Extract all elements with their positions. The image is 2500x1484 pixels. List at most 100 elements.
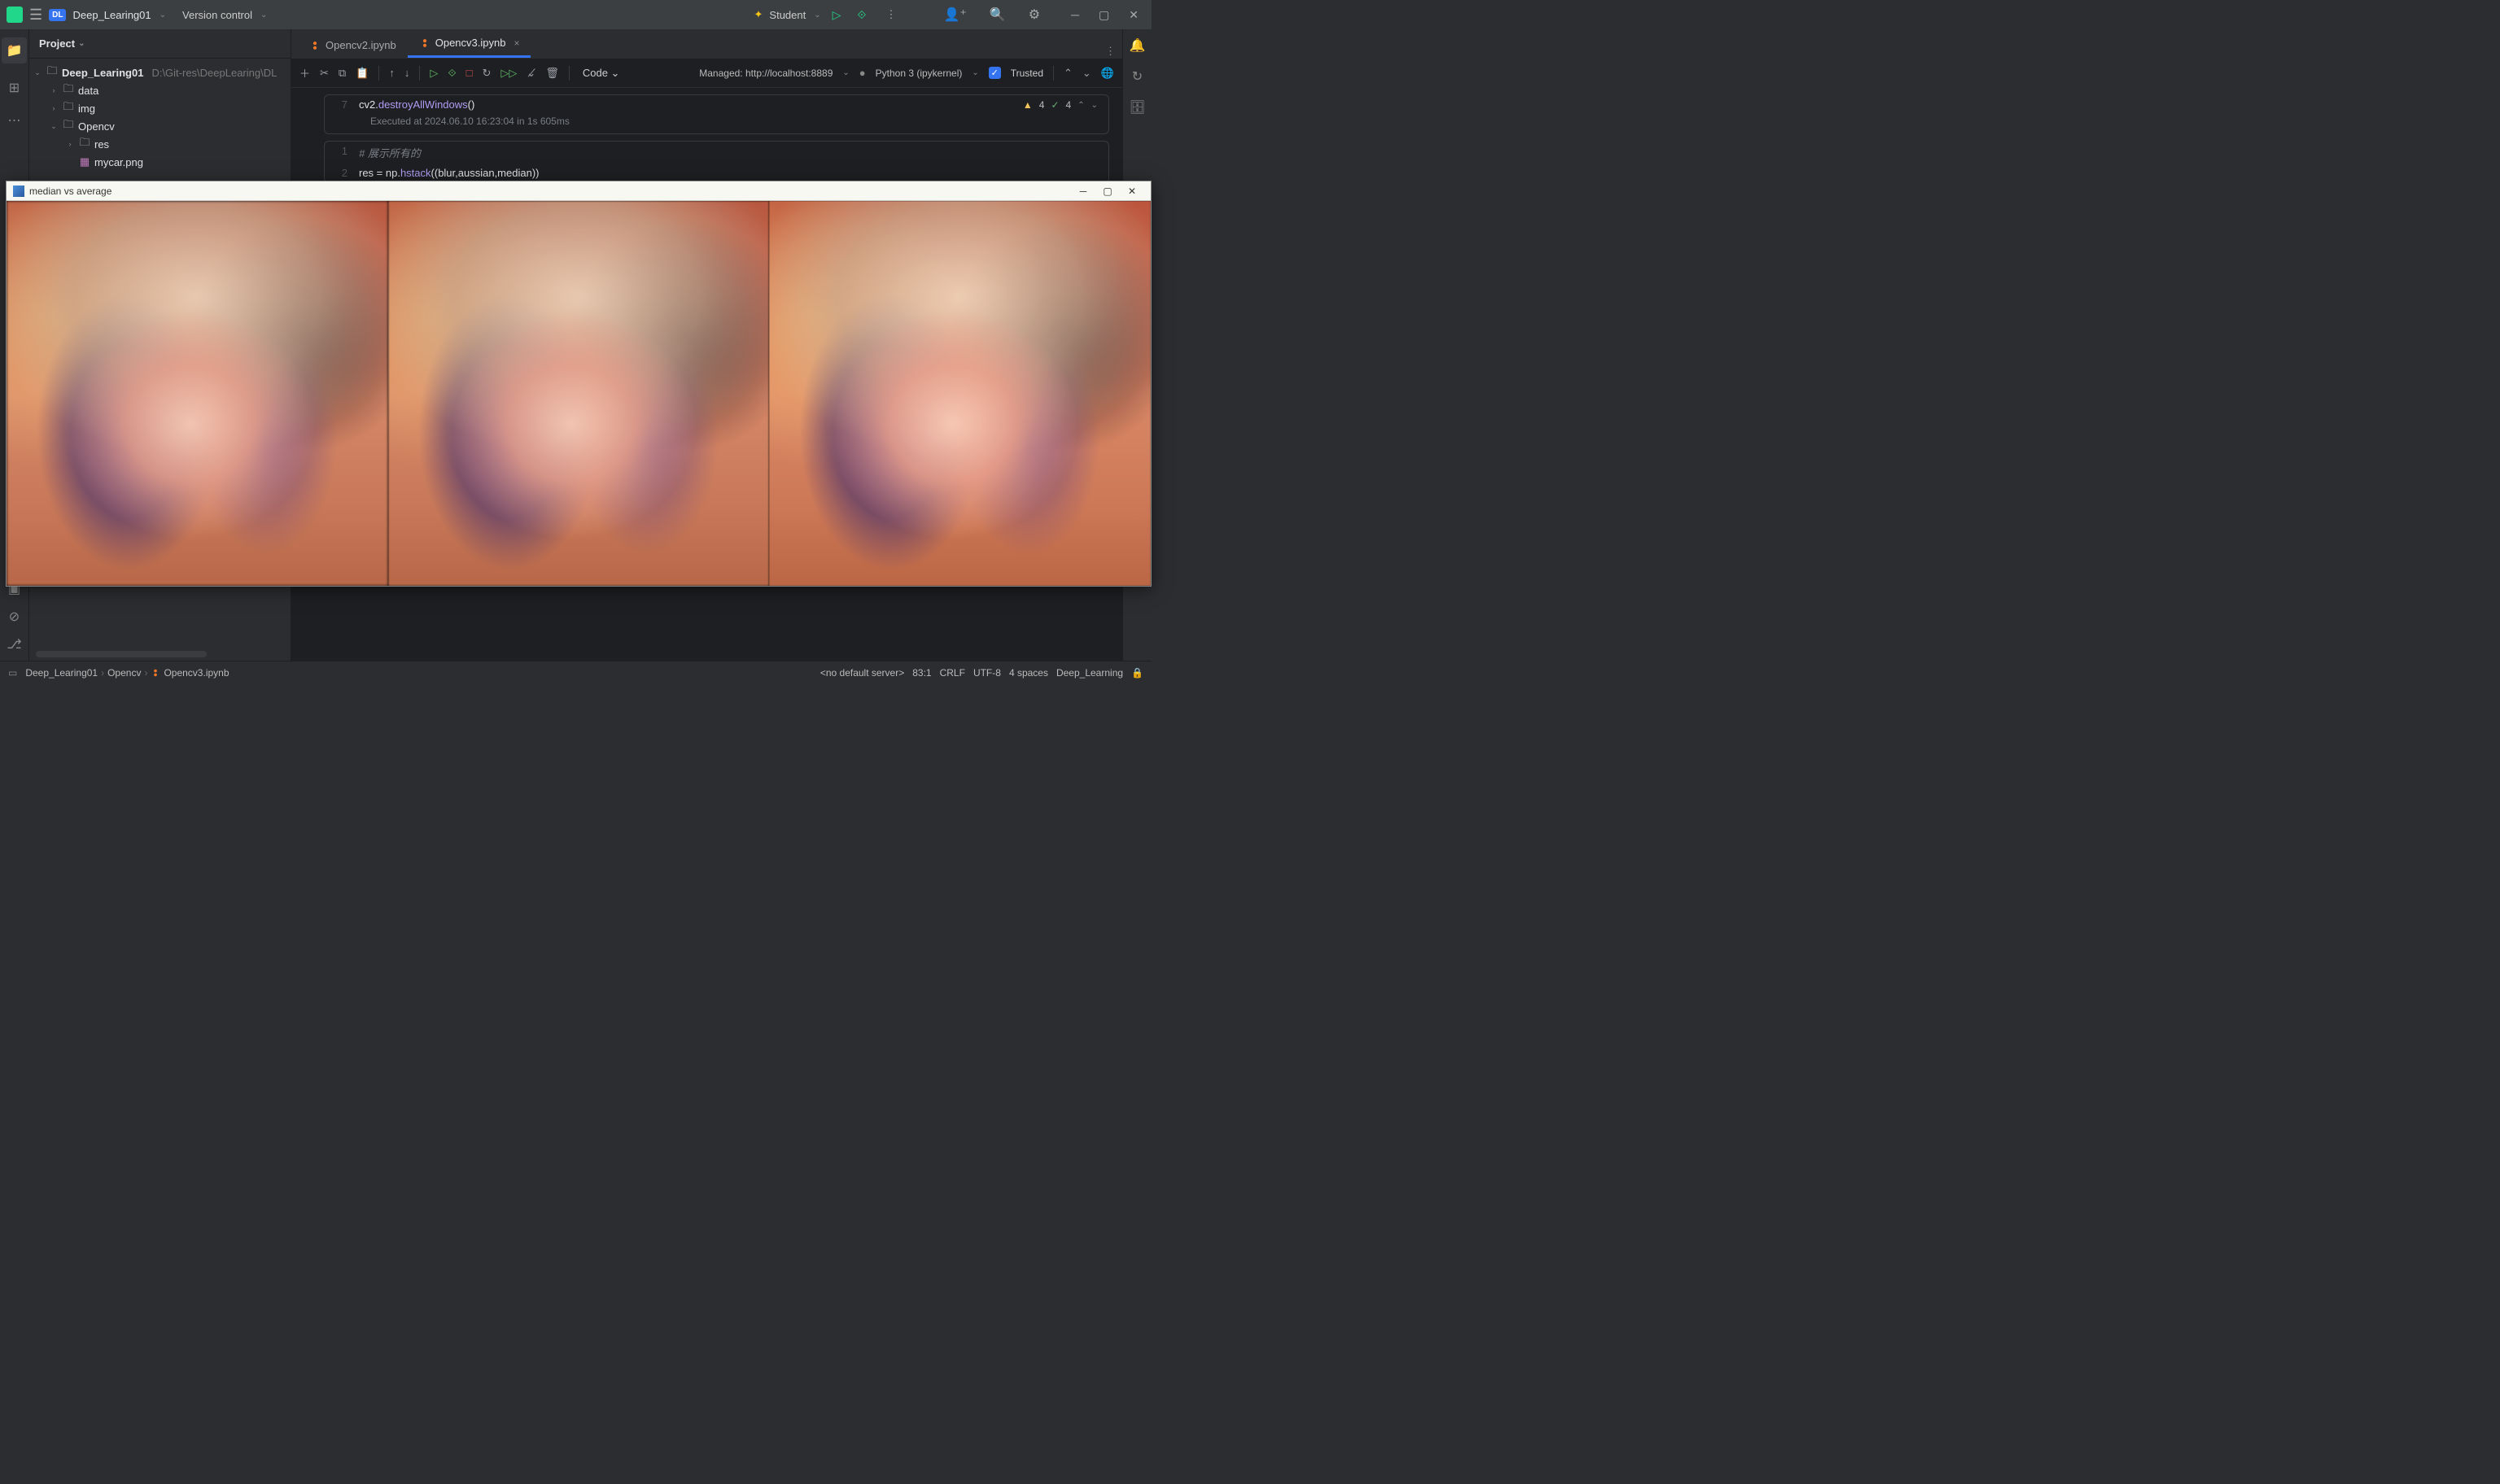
tree-item[interactable]: › 🗀 img [29,99,291,117]
paste-icon[interactable]: 📋 [356,67,369,80]
kebab-menu-icon[interactable]: ⋮ [885,8,896,21]
kernel-status-icon: ● [859,67,866,79]
image-window-titlebar[interactable]: median vs average ─ ▢ ✕ [7,181,1151,201]
settings-icon[interactable]: ⚙ [1029,7,1040,23]
chevron-down-icon[interactable]: ⌄ [814,11,820,20]
restart-icon[interactable]: ↻ [483,67,492,80]
run-icon[interactable]: ▷ [833,8,841,22]
chevron-down-icon[interactable]: ⌄ [1091,101,1098,110]
tree-arrow-icon[interactable]: › [49,86,59,94]
chevron-down-icon[interactable]: ⌄ [972,68,978,77]
project-name[interactable]: Deep_Learing01 [72,9,151,21]
cell-type-dropdown[interactable]: Code ⌄ [583,67,620,80]
maximize-icon[interactable]: ▢ [1095,186,1120,197]
lock-icon[interactable]: 🔒 [1131,667,1143,679]
close-tab-icon[interactable]: × [514,37,519,49]
managed-server[interactable]: Managed: http://localhost:8889 [699,68,833,79]
database-icon[interactable]: 🗄 [1129,99,1145,116]
delete-cell-icon[interactable]: 🗑 [545,67,559,80]
code-cell[interactable]: 1 # 展示所有的 2 res = np.hstack((blur,aussia… [324,141,1109,183]
run-cell-icon[interactable]: ▷ [430,67,438,80]
cursor-position[interactable]: 83:1 [912,667,931,679]
add-user-icon[interactable]: 👤⁺ [943,7,966,23]
project-tool-icon[interactable]: 📁 [2,37,28,63]
code-cell[interactable]: 7 cv2.destroyAllWindows() Executed at 20… [324,94,1109,134]
refresh-icon[interactable]: ↻ [1132,68,1143,85]
close-icon[interactable]: ✕ [1120,186,1144,197]
tree-arrow-icon[interactable]: › [65,140,75,148]
interpreter[interactable]: Deep_Learning [1056,667,1123,679]
maximize-icon[interactable]: ▢ [1099,8,1109,22]
chevron-down-icon[interactable]: ⌄ [842,68,849,77]
debug-icon[interactable]: ⟐ [857,8,866,22]
statusbar: ▭ Deep_Learing01 › Opencv › Opencv3.ipyn… [0,661,1152,683]
sidebar-header[interactable]: Project ⌄ [29,29,291,59]
run-all-icon[interactable]: ▷▷ [500,67,517,80]
more-tool-icon[interactable]: ⋯ [8,112,21,129]
code-line[interactable]: cv2.destroyAllWindows() [359,98,474,111]
student-label[interactable]: Student [769,9,806,21]
jupyter-icon [419,37,431,49]
move-up-icon[interactable]: ↑ [389,67,395,79]
code-line[interactable]: # 展示所有的 [359,145,421,160]
server-status[interactable]: <no default server> [820,667,904,679]
cut-icon[interactable]: ✂ [320,67,329,80]
line-number: 2 [334,167,359,179]
copy-icon[interactable]: ⧉ [339,67,346,80]
kernel-name[interactable]: Python 3 (ipykernel) [876,68,963,79]
stop-icon[interactable]: □ [466,67,473,79]
web-icon[interactable]: 🌐 [1101,67,1114,80]
vcs-tool-icon[interactable]: ⎇ [7,636,21,653]
tree-item[interactable]: ⌄ 🗀 Opencv [29,117,291,135]
tree-item-label: Opencv [78,120,115,133]
chevron-up-icon[interactable]: ⌃ [1077,101,1084,110]
minimize-icon[interactable]: ─ [1071,186,1095,197]
move-down-icon[interactable]: ↓ [404,67,410,79]
tab-kebab-icon[interactable]: ⋮ [1105,45,1116,58]
collapse-up-icon[interactable]: ⌃ [1064,67,1073,80]
breadcrumb-item[interactable]: Opencv3.ipynb [164,667,229,679]
tree-item[interactable]: › 🗀 data [29,81,291,99]
student-icon: ✦ [754,8,763,21]
sidebar-title: Project [39,37,75,50]
tree-arrow-icon[interactable]: › [49,104,59,112]
add-cell-icon[interactable]: ＋ [299,65,310,81]
image-file-icon: ▦ [78,155,91,168]
line-ending[interactable]: CRLF [940,667,965,679]
clear-output-icon[interactable]: ⌄̸ [527,67,535,80]
debug-cell-icon[interactable]: ⟐ [448,67,456,80]
tree-item[interactable]: › 🗀 res [29,135,291,153]
structure-tool-icon[interactable]: ⊞ [9,80,20,96]
cell-inspection-badges[interactable]: ▲4 ✓4 ⌃ ⌄ [1023,99,1098,111]
tree-arrow-icon[interactable]: ⌄ [49,122,59,131]
collapse-down-icon[interactable]: ⌄ [1082,67,1091,80]
warn-count: 4 [1039,99,1045,111]
chevron-down-icon[interactable]: ⌄ [260,11,267,20]
breadcrumb[interactable]: Deep_Learing01 › Opencv › Opencv3.ipynb [25,667,229,679]
notifications-icon[interactable]: 🔔 [1130,37,1146,54]
editor-tab[interactable]: Opencv2.ipynb [298,33,408,58]
minimize-icon[interactable]: ─ [1071,8,1079,21]
vcs-menu[interactable]: Version control [182,9,252,21]
trusted-checkbox[interactable]: ✓ [989,67,1001,79]
tree-root[interactable]: ⌄ 🗀 Deep_Learing01 D:\Git-res\DeepLearin… [29,63,291,81]
encoding[interactable]: UTF-8 [973,667,1001,679]
chevron-down-icon[interactable]: ⌄ [160,11,166,20]
tree-root-path: D:\Git-res\DeepLearing\DL [151,67,277,79]
breadcrumb-item[interactable]: Opencv [107,667,141,679]
search-icon[interactable]: 🔍 [990,7,1006,23]
close-icon[interactable]: ✕ [1129,8,1139,22]
breadcrumb-item[interactable]: Deep_Learing01 [25,667,98,679]
trusted-label: Trusted [1011,68,1043,79]
tree-item[interactable]: ▦ mycar.png [29,153,291,171]
horizontal-scrollbar[interactable] [36,651,207,657]
hamburger-icon[interactable]: ☰ [29,7,42,24]
image-window-body [7,201,1151,586]
indent[interactable]: 4 spaces [1009,667,1048,679]
problems-tool-icon[interactable]: ⊘ [9,609,20,625]
editor-tab[interactable]: Opencv3.ipynb × [408,30,531,58]
jupyter-icon [309,40,321,51]
code-line[interactable]: res = np.hstack((blur,aussian,median)) [359,167,539,179]
tree-arrow-icon[interactable]: ⌄ [33,68,42,77]
folder-icon: 🗀 [78,135,91,153]
